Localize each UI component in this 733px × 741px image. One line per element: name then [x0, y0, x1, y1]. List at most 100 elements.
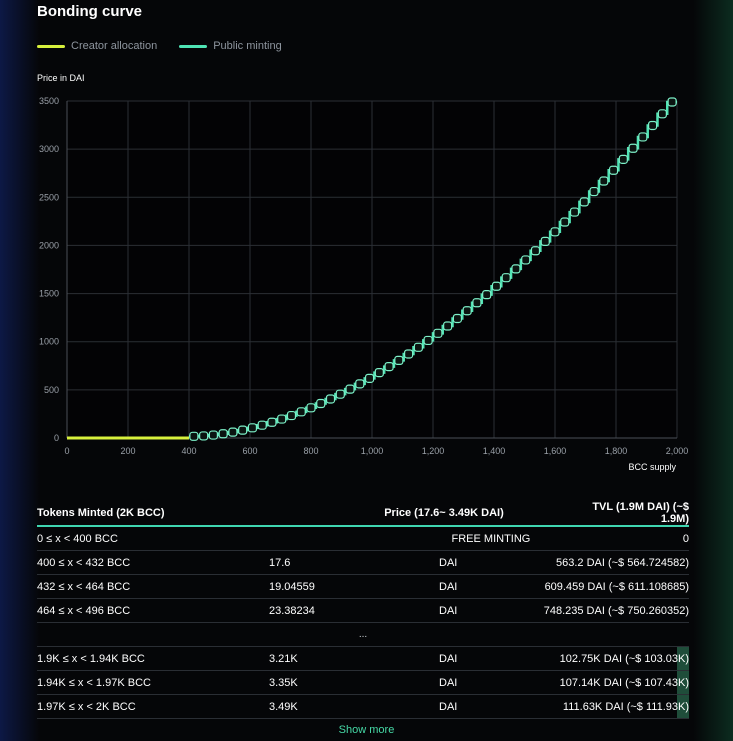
- cell-price: 23.38234: [269, 604, 315, 617]
- step-marker: [208, 430, 218, 440]
- step-marker: [404, 349, 414, 359]
- cell-tvl: 563.2 DAI (~$ 564.724582): [555, 556, 689, 569]
- table-ellipsis: ...: [37, 623, 689, 647]
- x-tick-label: 1,600: [544, 446, 567, 456]
- step-marker: [560, 217, 570, 227]
- step-marker: [325, 394, 336, 404]
- cell-unit: DAI: [439, 604, 458, 617]
- x-tick-label: 200: [120, 446, 135, 456]
- cell-range: 1.97K ≤ x < 2K BCC: [37, 700, 136, 713]
- cell-price: 19.04559: [269, 580, 315, 593]
- cell-tvl: 0: [682, 532, 689, 545]
- cell-tvl: 748.235 DAI (~$ 750.260352): [543, 604, 689, 617]
- header-price: Price (17.6~ 3.49K DAI): [384, 507, 504, 519]
- cell-range: 1.94K ≤ x < 1.97K BCC: [37, 676, 151, 689]
- step-marker: [247, 423, 258, 433]
- table-row: 1.94K ≤ x < 1.97K BCC 3.35K DAI 107.14K …: [37, 671, 689, 695]
- table-row: 464 ≤ x < 496 BCC 23.38234 DAI 748.235 D…: [37, 599, 689, 623]
- x-tick-label: 1,800: [605, 446, 628, 456]
- step-marker: [374, 368, 384, 378]
- y-tick-label: 0: [54, 433, 59, 443]
- table-row: 400 ≤ x < 432 BCC 17.6 DAI 563.2 DAI (~$…: [37, 551, 689, 575]
- x-tick-label: 2,000: [666, 446, 689, 456]
- show-more-button[interactable]: Show more: [0, 724, 733, 736]
- cell-unit: DAI: [439, 652, 458, 665]
- step-marker: [667, 97, 677, 107]
- cell-unit: DAI: [439, 700, 458, 713]
- cell-tvl: 107.14K DAI (~$ 107.43K): [559, 676, 689, 689]
- step-marker: [228, 427, 238, 437]
- step-marker: [394, 355, 404, 366]
- step-marker: [628, 143, 638, 153]
- step-marker: [521, 255, 531, 265]
- y-tick-label: 2000: [39, 240, 59, 250]
- step-marker: [452, 313, 462, 324]
- step-marker: [638, 132, 648, 142]
- cell-range: 464 ≤ x < 496 BCC: [37, 604, 131, 617]
- header-tokens-minted: Tokens Minted (2K BCC): [37, 507, 165, 519]
- step-marker: [199, 431, 209, 441]
- step-marker: [647, 120, 658, 131]
- table-row: 432 ≤ x < 464 BCC 19.04559 DAI 609.459 D…: [37, 575, 689, 599]
- step-marker: [267, 417, 277, 427]
- step-marker: [657, 109, 667, 119]
- step-marker: [540, 236, 550, 246]
- step-marker: [482, 290, 492, 300]
- step-marker: [316, 398, 326, 409]
- cell-range: 0 ≤ x < 400 BCC: [37, 532, 118, 545]
- step-marker: [286, 410, 297, 421]
- cell-range: 1.9K ≤ x < 1.94K BCC: [37, 652, 145, 665]
- table-row: 1.97K ≤ x < 2K BCC 3.49K DAI 111.63K DAI…: [37, 695, 689, 719]
- step-marker: [335, 389, 345, 399]
- step-marker: [306, 403, 316, 413]
- step-marker: [579, 197, 589, 207]
- step-marker: [189, 431, 199, 441]
- step-marker: [218, 429, 228, 439]
- x-tick-label: 600: [242, 446, 257, 456]
- table-header: Tokens Minted (2K BCC) Price (17.6~ 3.49…: [37, 501, 689, 527]
- step-marker: [501, 273, 511, 283]
- x-tick-label: 1,200: [422, 446, 445, 456]
- y-tick-label: 1000: [39, 337, 59, 347]
- step-marker: [511, 264, 521, 274]
- step-marker: [423, 335, 433, 346]
- x-tick-label: 0: [64, 446, 69, 456]
- step-marker: [589, 186, 599, 197]
- step-marker: [238, 425, 248, 435]
- step-marker: [413, 342, 423, 352]
- step-marker: [462, 306, 472, 316]
- step-marker: [443, 321, 453, 331]
- step-marker: [384, 362, 394, 372]
- table-row: 1.9K ≤ x < 1.94K BCC 3.21K DAI 102.75K D…: [37, 647, 689, 671]
- step-marker: [257, 420, 267, 430]
- price-table: Tokens Minted (2K BCC) Price (17.6~ 3.49…: [37, 501, 689, 719]
- cell-price: 3.35K: [269, 676, 298, 689]
- step-marker: [618, 154, 628, 164]
- cell-free-minting: FREE MINTING: [451, 532, 531, 545]
- cell-tvl: 111.63K DAI (~$ 111.93K): [562, 700, 689, 713]
- step-marker: [277, 414, 287, 424]
- step-marker: [608, 165, 619, 175]
- table-row: 0 ≤ x < 400 BCC FREE MINTING 0: [37, 527, 689, 551]
- cell-unit: DAI: [439, 556, 458, 569]
- step-marker: [472, 298, 482, 308]
- cell-price: 3.49K: [269, 700, 298, 713]
- cell-range: 432 ≤ x < 464 BCC: [37, 580, 131, 593]
- step-marker: [530, 246, 541, 256]
- step-marker: [296, 407, 306, 417]
- x-tick-label: 1,400: [483, 446, 506, 456]
- cell-price: 17.6: [269, 556, 291, 569]
- step-marker: [569, 207, 580, 217]
- y-tick-label: 3500: [39, 96, 59, 106]
- y-tick-label: 500: [44, 385, 59, 395]
- step-marker: [550, 227, 560, 237]
- cell-range: 400 ≤ x < 432 BCC: [37, 556, 131, 569]
- y-tick-label: 3000: [39, 144, 59, 154]
- cell-price: 3.21K: [269, 652, 298, 665]
- cell-tvl: 102.75K DAI (~$ 103.03K): [559, 652, 689, 665]
- y-tick-label: 2500: [39, 192, 59, 202]
- step-marker: [491, 281, 502, 291]
- cell-unit: DAI: [439, 580, 458, 593]
- cell-unit: DAI: [439, 676, 458, 689]
- step-marker: [599, 176, 609, 186]
